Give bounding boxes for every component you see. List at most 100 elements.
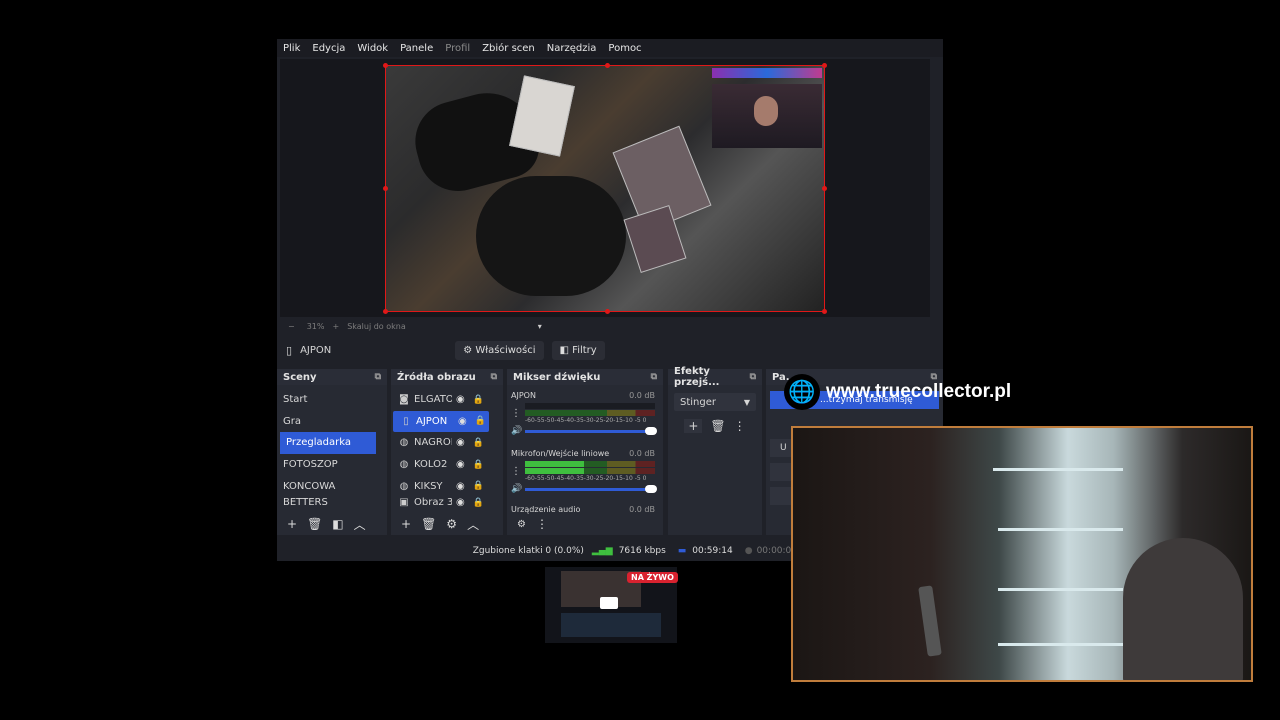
source-item[interactable]: ▣ Obraz 3 ◉ 🔒 [391,497,503,509]
lock-icon[interactable]: 🔒 [473,460,484,470]
meter-green [525,468,584,474]
lock-icon[interactable]: 🔒 [473,481,484,491]
transition-select[interactable]: Stinger ▼ [674,393,756,411]
page-icon: ▯ [286,344,293,357]
undock-icon[interactable]: ⧉ [651,372,657,382]
menu-dots-icon[interactable]: ⋮ [511,466,525,477]
undock-icon[interactable]: ⧉ [375,372,381,382]
resize-handle[interactable] [822,186,827,191]
resize-handle[interactable] [822,309,827,314]
menu-plik[interactable]: Plik [283,43,300,54]
scale-to-window-select[interactable]: Skaluj do okna [347,322,406,331]
resize-handle[interactable] [383,63,388,68]
volume-slider[interactable] [525,426,657,435]
keyboard-lights [712,68,822,78]
scene-item-selected[interactable]: Przegladarka [280,432,376,454]
glove [476,176,626,296]
source-item[interactable]: ◍ KOLO2 ◉ 🔒 [391,454,503,476]
chevron-down-icon[interactable]: ▾ [538,322,542,331]
menu-dots-icon[interactable]: ⋮ [734,419,746,433]
phone [918,585,942,657]
resize-handle[interactable] [383,309,388,314]
lock-icon[interactable]: 🔒 [473,438,484,448]
lock-icon[interactable]: 🔒 [475,416,486,426]
source-name: KOLO2 [414,459,448,471]
chevron-down-icon: ▼ [743,397,750,407]
menu-narzedzia[interactable]: Narzędzia [547,43,597,54]
scene-item[interactable]: Gra [277,411,379,433]
properties-label: Właściwości [475,345,536,356]
trash-icon[interactable]: 🗑 [421,517,436,531]
speaker-icon[interactable]: 🔊 [511,426,525,436]
watermark: 🌐 www.truecollector.pl [784,374,1011,410]
add-icon[interactable]: + [401,517,411,531]
meter-scale: -60-55-50-45-40-35-30-25-20-15-10 -5 0 [525,417,647,424]
camera-icon: ◙ [399,394,409,406]
preview-source-image[interactable] [385,65,825,312]
slider-handle[interactable] [645,426,657,435]
lock-icon[interactable]: 🔒 [473,498,484,508]
monitor-icon [600,597,618,609]
undock-icon[interactable]: ⧉ [750,372,756,382]
resize-handle[interactable] [605,309,610,314]
eye-icon[interactable]: ◉ [456,394,465,405]
source-item[interactable]: ◍ NAGROI ◉ 🔒 [391,432,503,454]
scenes-dock: Sceny ⧉ Start Gra Przegladarka FOTOSZOP K… [277,369,387,535]
add-icon[interactable]: + [287,517,297,531]
source-name: AJPON [416,415,448,427]
menu-bar: Plik Edycja Widok Panele Profil Zbiór sc… [277,39,943,57]
source-item-selected[interactable]: ▯ AJPON ◉ 🔒 [393,410,489,433]
channel-name: AJPON [511,391,536,400]
volume-slider[interactable] [525,484,657,493]
menu-dots-icon[interactable]: ⋮ [536,517,548,531]
menu-dots-icon[interactable]: ⋮ [511,408,525,419]
filters-button[interactable]: ◧ Filtry [551,341,605,360]
zoom-out-button[interactable]: − [288,322,295,331]
lock-icon[interactable]: 🔒 [473,395,484,405]
eye-icon[interactable]: ◉ [456,437,465,448]
mixer-title-label: Mikser dźwięku [513,371,601,383]
live-icon: ▬ [677,546,687,556]
slider-handle[interactable] [645,484,657,493]
resize-handle[interactable] [822,63,827,68]
meter-green [525,461,584,467]
scene-item[interactable]: BETTERS [277,497,379,509]
image-icon: ▣ [399,497,409,509]
undock-icon[interactable]: ⧉ [491,372,497,382]
source-item[interactable]: ◍ KIKSY ◉ 🔒 [391,475,503,497]
live-time: 00:59:14 [692,546,733,556]
mixer-channel: Mikrofon/Wejście liniowe 0.0 dB ⋮ -60-55-… [511,449,657,494]
filter-icon[interactable]: ◧ [332,517,343,531]
chevron-up-icon[interactable]: ︿ [467,516,479,533]
chevron-up-icon[interactable]: ︿ [354,516,366,533]
channel-db: 0.0 dB [629,449,655,458]
preview-area[interactable] [280,59,930,317]
resize-handle[interactable] [605,63,610,68]
globe-icon: 🌐 [784,374,820,410]
trash-icon[interactable]: 🗑 [307,517,322,531]
properties-button[interactable]: ⚙ Właściwości [455,341,544,360]
trash-icon[interactable]: 🗑 [710,419,725,433]
add-icon[interactable]: + [684,419,703,433]
menu-zbior-scen[interactable]: Zbiór scen [482,43,535,54]
scene-item[interactable]: FOTOSZOP [277,454,379,476]
page-icon: ▯ [403,415,409,427]
menu-profil[interactable]: Profil [445,43,470,54]
resize-handle[interactable] [383,186,388,191]
menu-edycja[interactable]: Edycja [312,43,345,54]
menu-panele[interactable]: Panele [400,43,433,54]
source-item[interactable]: ◙ ELGATO ◉ 🔒 [391,389,503,411]
speaker-icon[interactable]: 🔊 [511,484,525,494]
eye-icon[interactable]: ◉ [458,416,467,427]
picture-in-picture [712,68,822,148]
eye-icon[interactable]: ◉ [456,481,465,492]
scene-item[interactable]: Start [277,389,379,411]
menu-pomoc[interactable]: Pomoc [608,43,641,54]
eye-icon[interactable]: ◉ [456,459,465,470]
eye-icon[interactable]: ◉ [456,497,465,508]
gear-icon[interactable]: ⚙ [446,517,457,531]
advanced-audio-icon[interactable]: ⚙ [517,519,526,530]
menu-widok[interactable]: Widok [357,43,388,54]
scene-item[interactable]: KONCOWA [277,475,379,497]
zoom-in-button[interactable]: + [332,322,339,331]
